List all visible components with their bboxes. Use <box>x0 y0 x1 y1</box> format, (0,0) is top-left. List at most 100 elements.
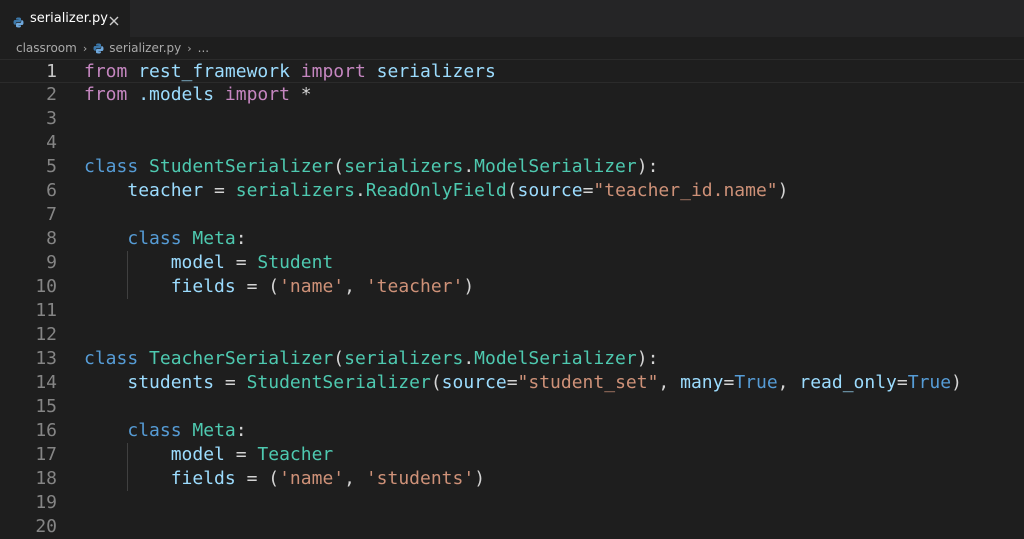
tab-bar: serializer.py <box>0 0 1024 37</box>
code-token: class <box>84 348 139 369</box>
code-token: = <box>582 180 594 201</box>
code-token: model <box>170 252 225 273</box>
code-line[interactable]: 6 teacher = serializers.ReadOnlyField(so… <box>0 179 1024 203</box>
code-token: ( <box>333 156 345 177</box>
code-token: ): <box>636 348 659 369</box>
code-line[interactable]: 8 class Meta: <box>0 227 1024 251</box>
code-line[interactable]: 20 <box>0 515 1024 539</box>
code-token: ModelSerializer <box>474 348 637 369</box>
code-token: = <box>214 372 247 393</box>
code-line[interactable]: 15 <box>0 395 1024 419</box>
code-text: model = Teacher <box>84 443 334 467</box>
code-token: Meta <box>192 228 236 249</box>
line-number: 17 <box>35 444 57 465</box>
code-text: from .models import * <box>84 83 312 107</box>
code-token: ModelSerializer <box>474 156 637 177</box>
breadcrumb: classroom › serializer.py › ... <box>0 37 1024 59</box>
code-line[interactable]: 16 class Meta: <box>0 419 1024 443</box>
code-token: ReadOnlyField <box>365 180 507 201</box>
code-token: = <box>224 252 258 273</box>
breadcrumb-file[interactable]: serializer.py <box>109 41 181 55</box>
code-line[interactable]: 5 class StudentSerializer(serializers.Mod… <box>0 155 1024 179</box>
code-text: class TeacherSerializer(serializers.Mode… <box>84 347 658 371</box>
line-number: 13 <box>35 348 57 369</box>
line-number: 7 <box>46 204 57 225</box>
breadcrumb-ellipsis[interactable]: ... <box>198 41 209 55</box>
code-token: : <box>235 420 247 441</box>
code-token: Teacher <box>257 444 334 465</box>
code-token: . <box>463 156 475 177</box>
code-token: , <box>658 372 681 393</box>
code-token: model <box>170 444 225 465</box>
code-token: 'name' <box>279 276 345 297</box>
code-text: model = Student <box>84 251 334 275</box>
code-line[interactable]: 2 from .models import * <box>0 83 1024 107</box>
code-text: from rest_framework import serializers <box>84 60 496 84</box>
line-number: 1 <box>46 61 57 82</box>
code-token: students <box>127 372 215 393</box>
line-number: 8 <box>46 228 57 249</box>
code-token: = <box>203 180 236 201</box>
code-token: read_only <box>799 372 897 393</box>
code-token: ) <box>474 468 486 489</box>
close-icon[interactable] <box>108 12 120 26</box>
code-token: from <box>84 84 128 105</box>
code-token: rest_framework <box>138 61 290 82</box>
code-token: class <box>127 420 182 441</box>
code-editor[interactable]: 1 from rest_framework import serializers 2… <box>0 59 1024 537</box>
line-number: 12 <box>35 324 57 345</box>
code-line[interactable]: 17 model = Teacher <box>0 443 1024 467</box>
code-line[interactable]: 12 <box>0 323 1024 347</box>
code-token: TeacherSerializer <box>149 348 334 369</box>
code-token: class <box>84 156 139 177</box>
tab-serializer-py[interactable]: serializer.py <box>0 0 130 37</box>
code-token: import <box>224 84 290 105</box>
code-line[interactable]: 13 class TeacherSerializer(serializers.Mo… <box>0 347 1024 371</box>
code-line[interactable]: 10 fields = ('name', 'teacher') <box>0 275 1024 299</box>
code-line[interactable]: 3 <box>0 107 1024 131</box>
code-line[interactable]: 19 <box>0 491 1024 515</box>
code-line[interactable]: 18 fields = ('name', 'students') <box>0 467 1024 491</box>
line-number: 10 <box>35 276 57 297</box>
code-line[interactable]: 4 <box>0 131 1024 155</box>
code-token: teacher <box>127 180 204 201</box>
code-token: source <box>441 372 507 393</box>
code-line[interactable]: 11 <box>0 299 1024 323</box>
code-token: fields <box>170 276 236 297</box>
code-line[interactable]: 7 <box>0 203 1024 227</box>
code-line[interactable]: 1 from rest_framework import serializers <box>0 59 1024 83</box>
code-token: ( <box>506 180 518 201</box>
code-text: fields = ('name', 'teacher') <box>84 275 475 299</box>
line-number: 9 <box>46 252 57 273</box>
line-number: 16 <box>35 420 57 441</box>
code-token: , <box>777 372 800 393</box>
code-token: = <box>224 444 258 465</box>
code-token: "teacher_id.name" <box>593 180 778 201</box>
line-number: 14 <box>35 372 57 393</box>
code-token: = ( <box>235 276 280 297</box>
code-line[interactable]: 9 model = Student <box>0 251 1024 275</box>
line-number: 15 <box>35 396 57 417</box>
code-token: ) <box>951 372 962 393</box>
code-token: True <box>734 372 778 393</box>
chevron-right-icon: › <box>82 41 88 55</box>
code-text: teacher = serializers.ReadOnlyField(sour… <box>84 179 788 203</box>
code-line[interactable]: 14 students = StudentSerializer(source="… <box>0 371 1024 395</box>
breadcrumb-folder[interactable]: classroom <box>16 41 77 55</box>
code-token: StudentSerializer <box>149 156 334 177</box>
code-token: ) <box>463 276 475 297</box>
line-number: 20 <box>35 516 57 537</box>
line-number: 19 <box>35 492 57 513</box>
code-text: fields = ('name', 'students') <box>84 467 485 491</box>
code-token: "student_set" <box>517 372 659 393</box>
